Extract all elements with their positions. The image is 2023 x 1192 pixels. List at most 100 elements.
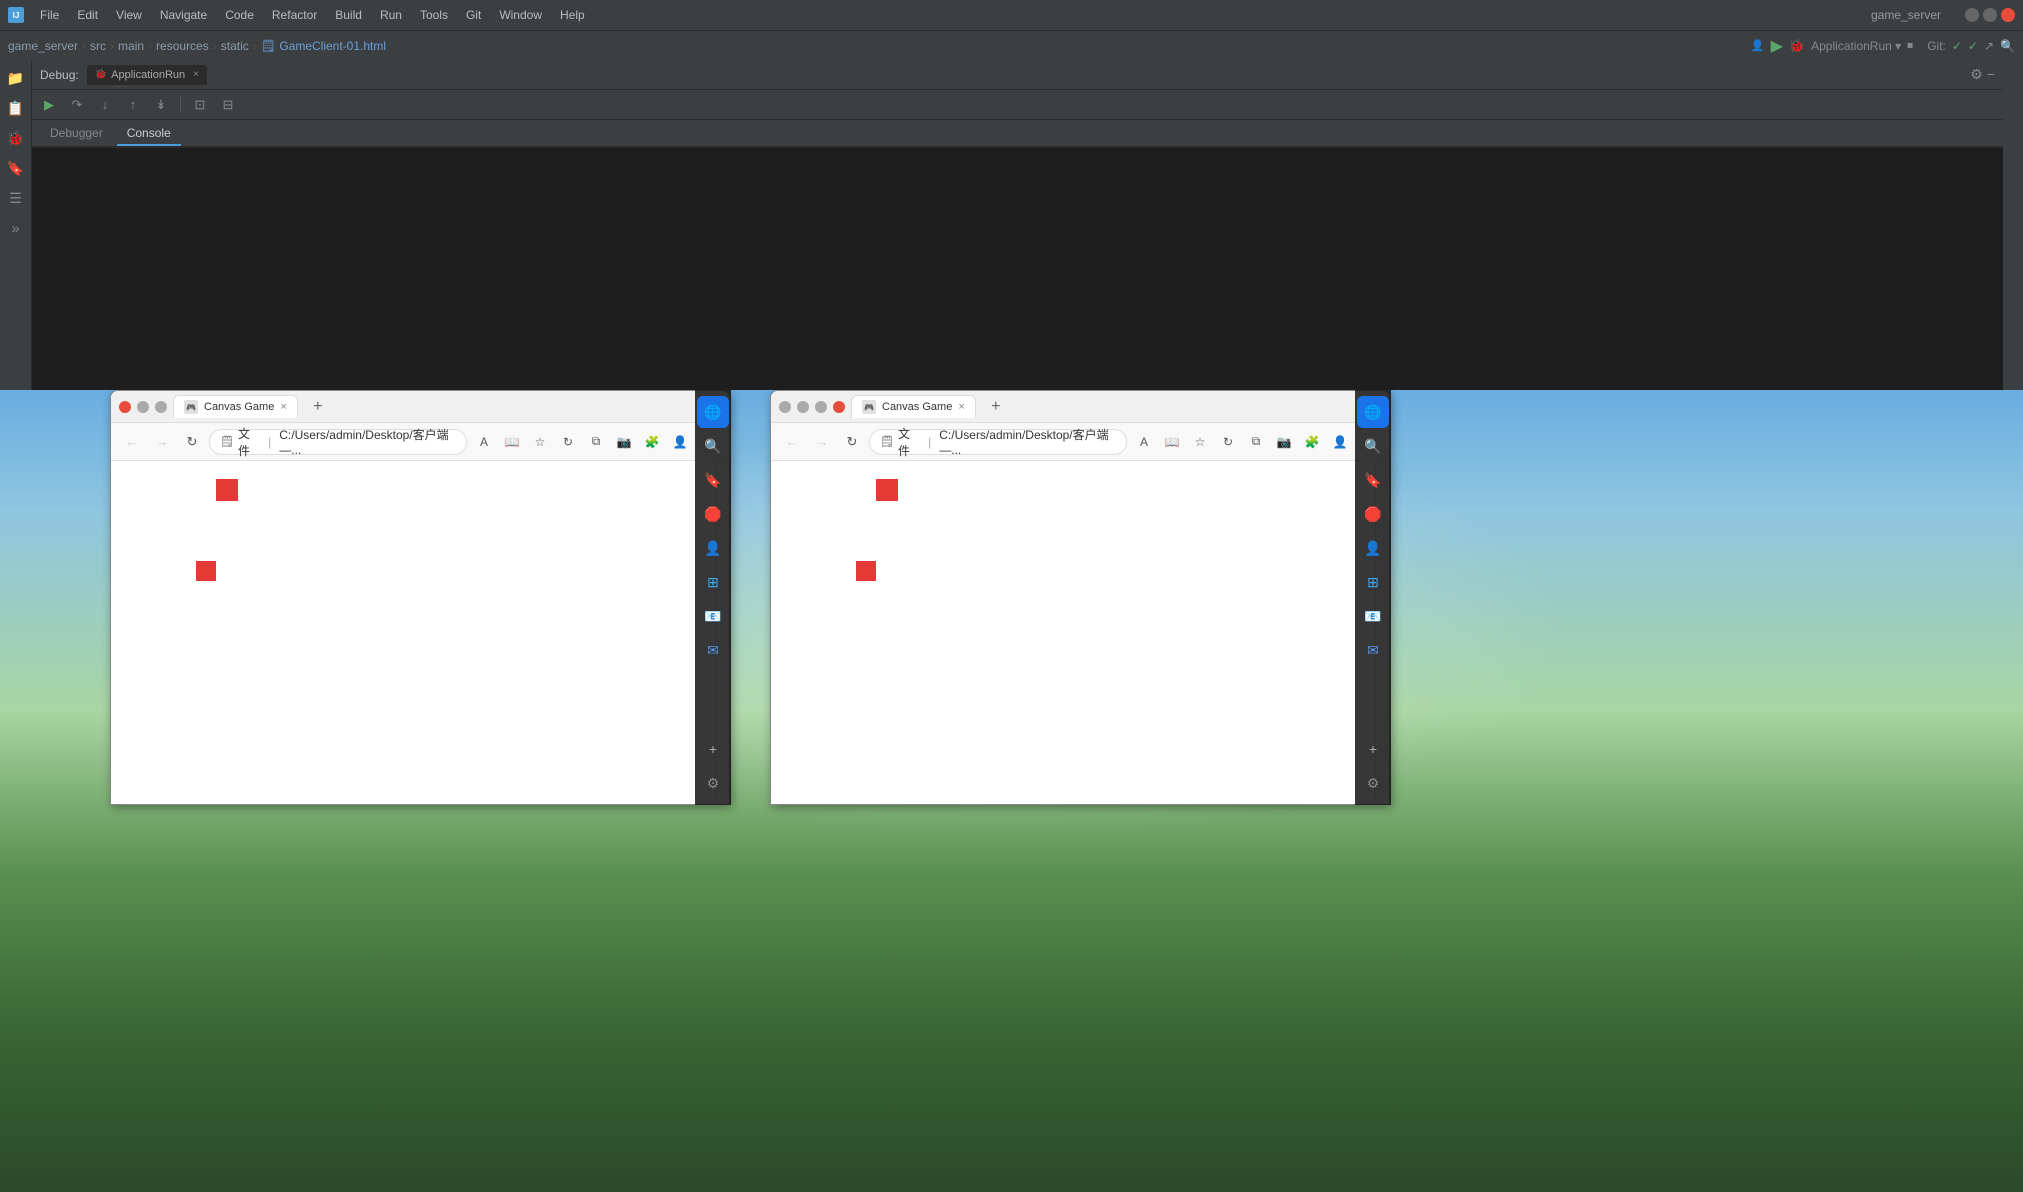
back-btn-right[interactable]: ← xyxy=(779,429,805,455)
step-out-btn[interactable]: ↑ xyxy=(120,93,146,117)
taskbar-icon-zoom[interactable]: 🔍 xyxy=(697,430,729,462)
close-button[interactable] xyxy=(2001,8,2015,22)
taskbar-icon-bookmark[interactable]: 🔖 xyxy=(697,464,729,496)
menu-help[interactable]: Help xyxy=(552,6,593,24)
forward-btn-right[interactable]: → xyxy=(809,429,835,455)
reload-btn-right[interactable]: ↻ xyxy=(839,429,865,455)
translate-icon-left[interactable]: A xyxy=(471,429,497,455)
taskbar-right-mail[interactable]: ✉ xyxy=(1357,634,1389,666)
extension-icon-left[interactable]: 🧩 xyxy=(639,429,665,455)
tab-close-left[interactable]: × xyxy=(280,401,286,413)
run-button[interactable]: ▶ xyxy=(1771,36,1783,56)
browser-close-right[interactable] xyxy=(833,401,845,413)
search-everywhere[interactable]: 🔍 xyxy=(2000,39,2015,53)
breadcrumb-src[interactable]: src xyxy=(90,39,106,53)
taskbar-icon-stop[interactable]: 🛑 xyxy=(697,498,729,530)
browser-max-left[interactable] xyxy=(155,401,167,413)
reader-icon-right[interactable]: 📖 xyxy=(1159,429,1185,455)
sidebar-bookmarks-icon[interactable]: 🔖 xyxy=(2,154,30,182)
browser-tab-right[interactable]: 🎮 Canvas Game × xyxy=(851,395,976,418)
taskbar-right-windows[interactable]: ⊞ xyxy=(1357,566,1389,598)
breadcrumb-static[interactable]: static xyxy=(221,39,249,53)
sidebar-structure-icon[interactable]: ☰ xyxy=(2,184,30,212)
menu-git[interactable]: Git xyxy=(458,6,489,24)
taskbar-icon-office[interactable]: 📧 xyxy=(697,600,729,632)
git-check[interactable]: ✓ xyxy=(1952,39,1962,53)
taskbar-right-stop[interactable]: 🛑 xyxy=(1357,498,1389,530)
run-config[interactable]: 👤 xyxy=(1751,39,1765,52)
taskbar-icon-person[interactable]: 👤 xyxy=(697,532,729,564)
menu-run[interactable]: Run xyxy=(372,6,410,24)
browser-max-right[interactable] xyxy=(815,401,827,413)
taskbar-icon-browser[interactable]: 🌐 xyxy=(697,396,729,428)
taskbar-right-add[interactable]: + xyxy=(1357,733,1389,765)
address-bar-left[interactable]: 🗒 文件 | C:/Users/admin/Desktop/客户端—... xyxy=(209,429,467,455)
menu-tools[interactable]: Tools xyxy=(412,6,456,24)
debug-settings-icon[interactable]: ⚙ xyxy=(1970,66,1983,83)
tab-close-right[interactable]: × xyxy=(958,401,964,413)
taskbar-icon-add[interactable]: + xyxy=(697,733,729,765)
git-push[interactable]: ↗ xyxy=(1984,39,1994,53)
sidebar-project-icon[interactable]: 📁 xyxy=(2,64,30,92)
menu-navigate[interactable]: Navigate xyxy=(152,6,215,24)
menu-file[interactable]: File xyxy=(32,6,67,24)
minimize-button[interactable] xyxy=(1965,8,1979,22)
menu-refactor[interactable]: Refactor xyxy=(264,6,325,24)
sync-icon-right[interactable]: ↻ xyxy=(1215,429,1241,455)
breadcrumb-main[interactable]: main xyxy=(118,39,144,53)
split-icon-right[interactable]: ⧉ xyxy=(1243,429,1269,455)
reader-icon-left[interactable]: 📖 xyxy=(499,429,525,455)
address-bar-right[interactable]: 🗒 文件 | C:/Users/admin/Desktop/客户端—... xyxy=(869,429,1127,455)
step-over-btn[interactable]: ↷ xyxy=(64,93,90,117)
profile-icon-right[interactable]: 👤 xyxy=(1327,429,1353,455)
browser-tab-left[interactable]: 🎮 Canvas Game × xyxy=(173,395,298,418)
taskbar-right-person[interactable]: 👤 xyxy=(1357,532,1389,564)
maximize-button[interactable] xyxy=(1983,8,1997,22)
taskbar-icon-windows[interactable]: ⊞ xyxy=(697,566,729,598)
sidebar-commit-icon[interactable]: 📋 xyxy=(2,94,30,122)
debug-application-tab[interactable]: 🐞 ApplicationRun × xyxy=(87,65,207,85)
menu-window[interactable]: Window xyxy=(491,6,550,24)
extension-icon-right[interactable]: 🧩 xyxy=(1299,429,1325,455)
capture-icon-left[interactable]: 📷 xyxy=(611,429,637,455)
browser-close-left[interactable] xyxy=(119,401,131,413)
taskbar-right-office[interactable]: 📧 xyxy=(1357,600,1389,632)
browser-min-left[interactable] xyxy=(137,401,149,413)
new-tab-left[interactable]: + xyxy=(304,393,332,421)
debug-tab-close[interactable]: × xyxy=(193,69,199,80)
stop-button[interactable]: ⏹ xyxy=(1907,38,1913,53)
sidebar-expand-icon[interactable]: » xyxy=(2,214,30,242)
back-btn-left[interactable]: ← xyxy=(119,429,145,455)
profile-icon-left[interactable]: 👤 xyxy=(667,429,693,455)
breadcrumb-resources[interactable]: resources xyxy=(156,39,209,53)
debugger-tab[interactable]: Debugger xyxy=(40,122,113,146)
step-into-btn[interactable]: ↓ xyxy=(92,93,118,117)
forward-btn-left[interactable]: → xyxy=(149,429,175,455)
translate-icon-right[interactable]: A xyxy=(1131,429,1157,455)
menu-view[interactable]: View xyxy=(108,6,150,24)
git-check2[interactable]: ✓ xyxy=(1968,39,1978,53)
console-tab[interactable]: Console xyxy=(117,122,181,146)
capture-icon-right[interactable]: 📷 xyxy=(1271,429,1297,455)
reload-btn-left[interactable]: ↻ xyxy=(179,429,205,455)
sidebar-debug-icon[interactable]: 🐞 xyxy=(2,124,30,152)
breadcrumb-file[interactable]: 🗒 GameClient-01.html xyxy=(261,39,386,53)
browser-min-right[interactable] xyxy=(797,401,809,413)
breadcrumb-project[interactable]: game_server xyxy=(8,39,78,53)
taskbar-right-bookmark[interactable]: 🔖 xyxy=(1357,464,1389,496)
new-tab-right[interactable]: + xyxy=(982,393,1010,421)
sync-icon-left[interactable]: ↻ xyxy=(555,429,581,455)
menu-code[interactable]: Code xyxy=(217,6,262,24)
favorite-icon-left[interactable]: ☆ xyxy=(527,429,553,455)
taskbar-icon-mail[interactable]: ✉ xyxy=(697,634,729,666)
taskbar-right-zoom[interactable]: 🔍 xyxy=(1357,430,1389,462)
debug-minimize-icon[interactable]: − xyxy=(1987,66,1995,83)
debug-run-button[interactable]: 🐞 xyxy=(1789,38,1805,54)
run-to-cursor-btn[interactable]: ↡ xyxy=(148,93,174,117)
resume-button[interactable]: ▶ xyxy=(36,93,62,117)
split-icon-left[interactable]: ⧉ xyxy=(583,429,609,455)
taskbar-right-settings[interactable]: ⚙ xyxy=(1357,767,1389,799)
run-dropdown[interactable]: ApplicationRun ▾ xyxy=(1811,39,1901,53)
evaluate-btn[interactable]: ⊡ xyxy=(187,93,213,117)
menu-build[interactable]: Build xyxy=(327,6,370,24)
